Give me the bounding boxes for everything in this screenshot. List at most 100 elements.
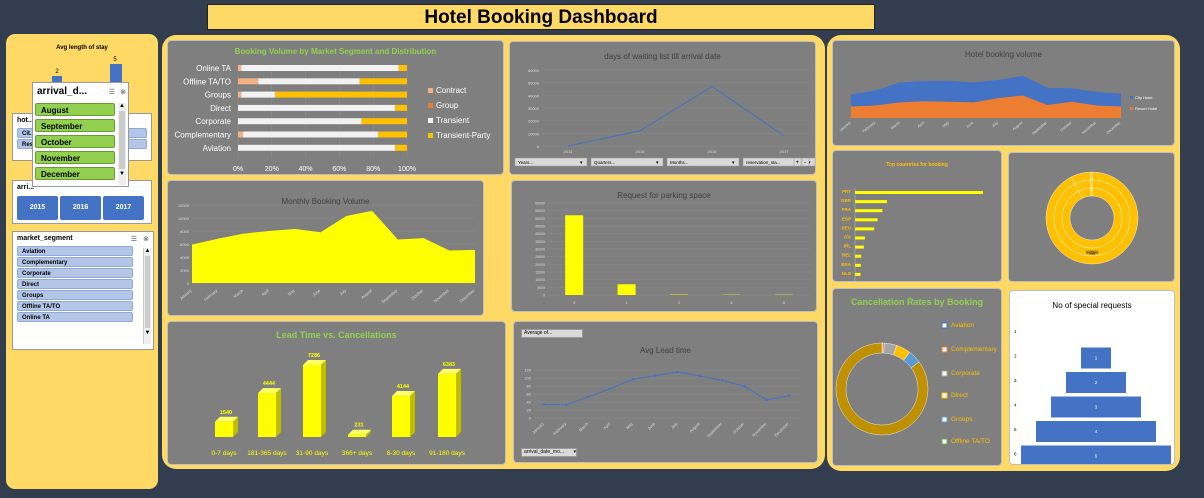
stacked-bar-segment [361,118,407,125]
x-tick-label: January [531,421,545,435]
special-requests-box: No of special requests 12132435465 [1009,290,1175,465]
x-tick-label: 0% [233,166,243,173]
month-item-august[interactable]: August [35,103,115,116]
y-tick-label: 40 [527,400,532,405]
segment-item-aviation[interactable]: Aviation [17,246,133,256]
legend-swatch [941,438,948,445]
stacked-bar-segment [238,144,396,151]
segment-scrollbar[interactable]: ▲ ▼ [143,248,151,344]
legend-label: Group [436,101,459,110]
category-label: IRL [844,244,852,249]
legend-label: Complementary [951,346,998,353]
category-label: 2 [1014,354,1017,359]
year-2016[interactable]: 2016 [60,196,101,220]
y-tick-label: 0 [543,294,545,298]
legend-label: Transient [436,116,470,125]
market-segment-slicer: market_segment ☰ ⊗ Aviation Complementar… [12,231,154,350]
category-label: Offline TA/TO [183,77,231,86]
stacked-bar-segment [359,78,407,85]
x-tick-label: March [890,121,901,131]
y-tick-label: 80 [527,384,532,389]
avglead-chart-box: Average of... Avg Lead time 0 20 40 60 80 100… [513,321,818,463]
x-tick-label: September [706,421,724,439]
arrival-date-button[interactable]: arrival_date_mo... ▾ [521,448,577,457]
x-tick-label: 181-365 days [247,450,287,457]
multi-select-icon[interactable]: ☰ [131,235,137,243]
bar [392,396,410,437]
x-tick-label: July [338,288,347,296]
x-tick-label: 2014 [564,149,574,154]
x-tick-label: May [942,121,950,129]
segment-item-groups[interactable]: Groups [17,290,133,300]
bar [855,200,887,204]
y-tick-label: 10000 [535,278,545,282]
data-label: 4144 [397,384,410,390]
segment-item-online[interactable]: Online TA [17,312,133,322]
x-tick-label: 8 [783,300,786,305]
x-tick-label: 91-180 days [429,450,466,457]
x-tick-label: 2015 [636,149,646,154]
x-tick-label: April [260,288,269,297]
month-scrollbar[interactable]: ▲ ▼ [118,103,126,185]
x-tick-label: November [1081,120,1098,135]
bar [215,421,233,437]
avglead-chart-svg: 0 20 40 60 80 100 120 January February March April… [524,368,799,439]
countries-box: Top countries for booking PRT GBR FRA ESP DE… [832,150,1002,282]
month-item-september[interactable]: September [35,119,115,132]
x-tick-label: August [688,421,701,434]
y-tick-label: 0 [187,281,190,286]
waiting-chart-box: days of waiting list till arrival date 0… [509,41,816,175]
legend-swatch [941,370,948,377]
x-tick-label: 0 [573,300,576,305]
multi-select-icon[interactable]: ☰ [109,88,115,96]
stacked-bar-segment [241,65,399,71]
segment-item-corporate[interactable]: Corporate [17,268,133,278]
avg-stay-title: Avg length of stay [56,45,108,51]
x-tick-label: 80% [366,166,380,173]
segment-item-complementary[interactable]: Complementary [17,257,133,267]
y-tick-label: 8000 [180,229,190,234]
x-tick-label: February [862,121,876,134]
bar [855,191,983,194]
category-label: BRA [841,262,851,267]
legend-label: Transient-Party [436,131,490,140]
segment-item-offline[interactable]: Offline TA/TO [17,301,133,311]
data-label: 996 [1089,251,1096,256]
segment-item-direct[interactable]: Direct [17,279,133,289]
y-tick-label: 45000 [535,225,545,229]
clear-filter-icon[interactable]: ⊗ [143,235,149,243]
bar [855,254,862,258]
data-label: 7286 [308,353,320,359]
x-tick-label: December [1106,120,1123,135]
parking-chart-svg: 0 5000 10000 15000 20000 25000 30000 35000 40000… [535,202,810,305]
stacked-bar-segment [395,104,407,111]
stacked-bar-segment [238,118,362,125]
x-tick-label: July [991,121,999,128]
bar-side [410,391,415,437]
series-line [543,371,790,406]
bar [438,373,456,437]
month-item-november[interactable]: November [35,151,115,164]
year-2017[interactable]: 2017 [103,196,144,220]
stacked-bar-segment [241,91,276,98]
y-tick-label: 10000 [178,216,190,221]
filter-button-label: Months... [670,160,689,165]
countries-svg: PRT GBR FRA ESP DEU ITA IRL BEL BRA NLD [841,188,983,281]
year-2015[interactable]: 2015 [17,196,58,220]
category-label: Direct [210,104,232,113]
sidebar-panel: Avg length of stay 2 5 hot... Cit... Res… [6,34,158,489]
x-tick-label: 40% [299,166,313,173]
legend-label: Contract [436,86,467,95]
month-item-october[interactable]: October [35,135,115,148]
y-tick-label: 60000 [535,202,545,206]
donut-slice [1090,179,1093,189]
clear-filter-icon[interactable]: ⊗ [120,88,126,96]
parking-chart-box: Request for parking space 0 5000 10000 1500… [511,180,817,312]
category-label: PRT [842,189,851,194]
arrival-month-slicer: arrival_d... ☰ ⊗ August September Octobe… [32,82,129,187]
y-tick-label: 50000 [535,217,545,221]
bar [855,263,861,267]
month-item-december[interactable]: December [35,167,115,180]
category-label: 4 [1014,403,1017,408]
legend-swatch [941,416,948,423]
